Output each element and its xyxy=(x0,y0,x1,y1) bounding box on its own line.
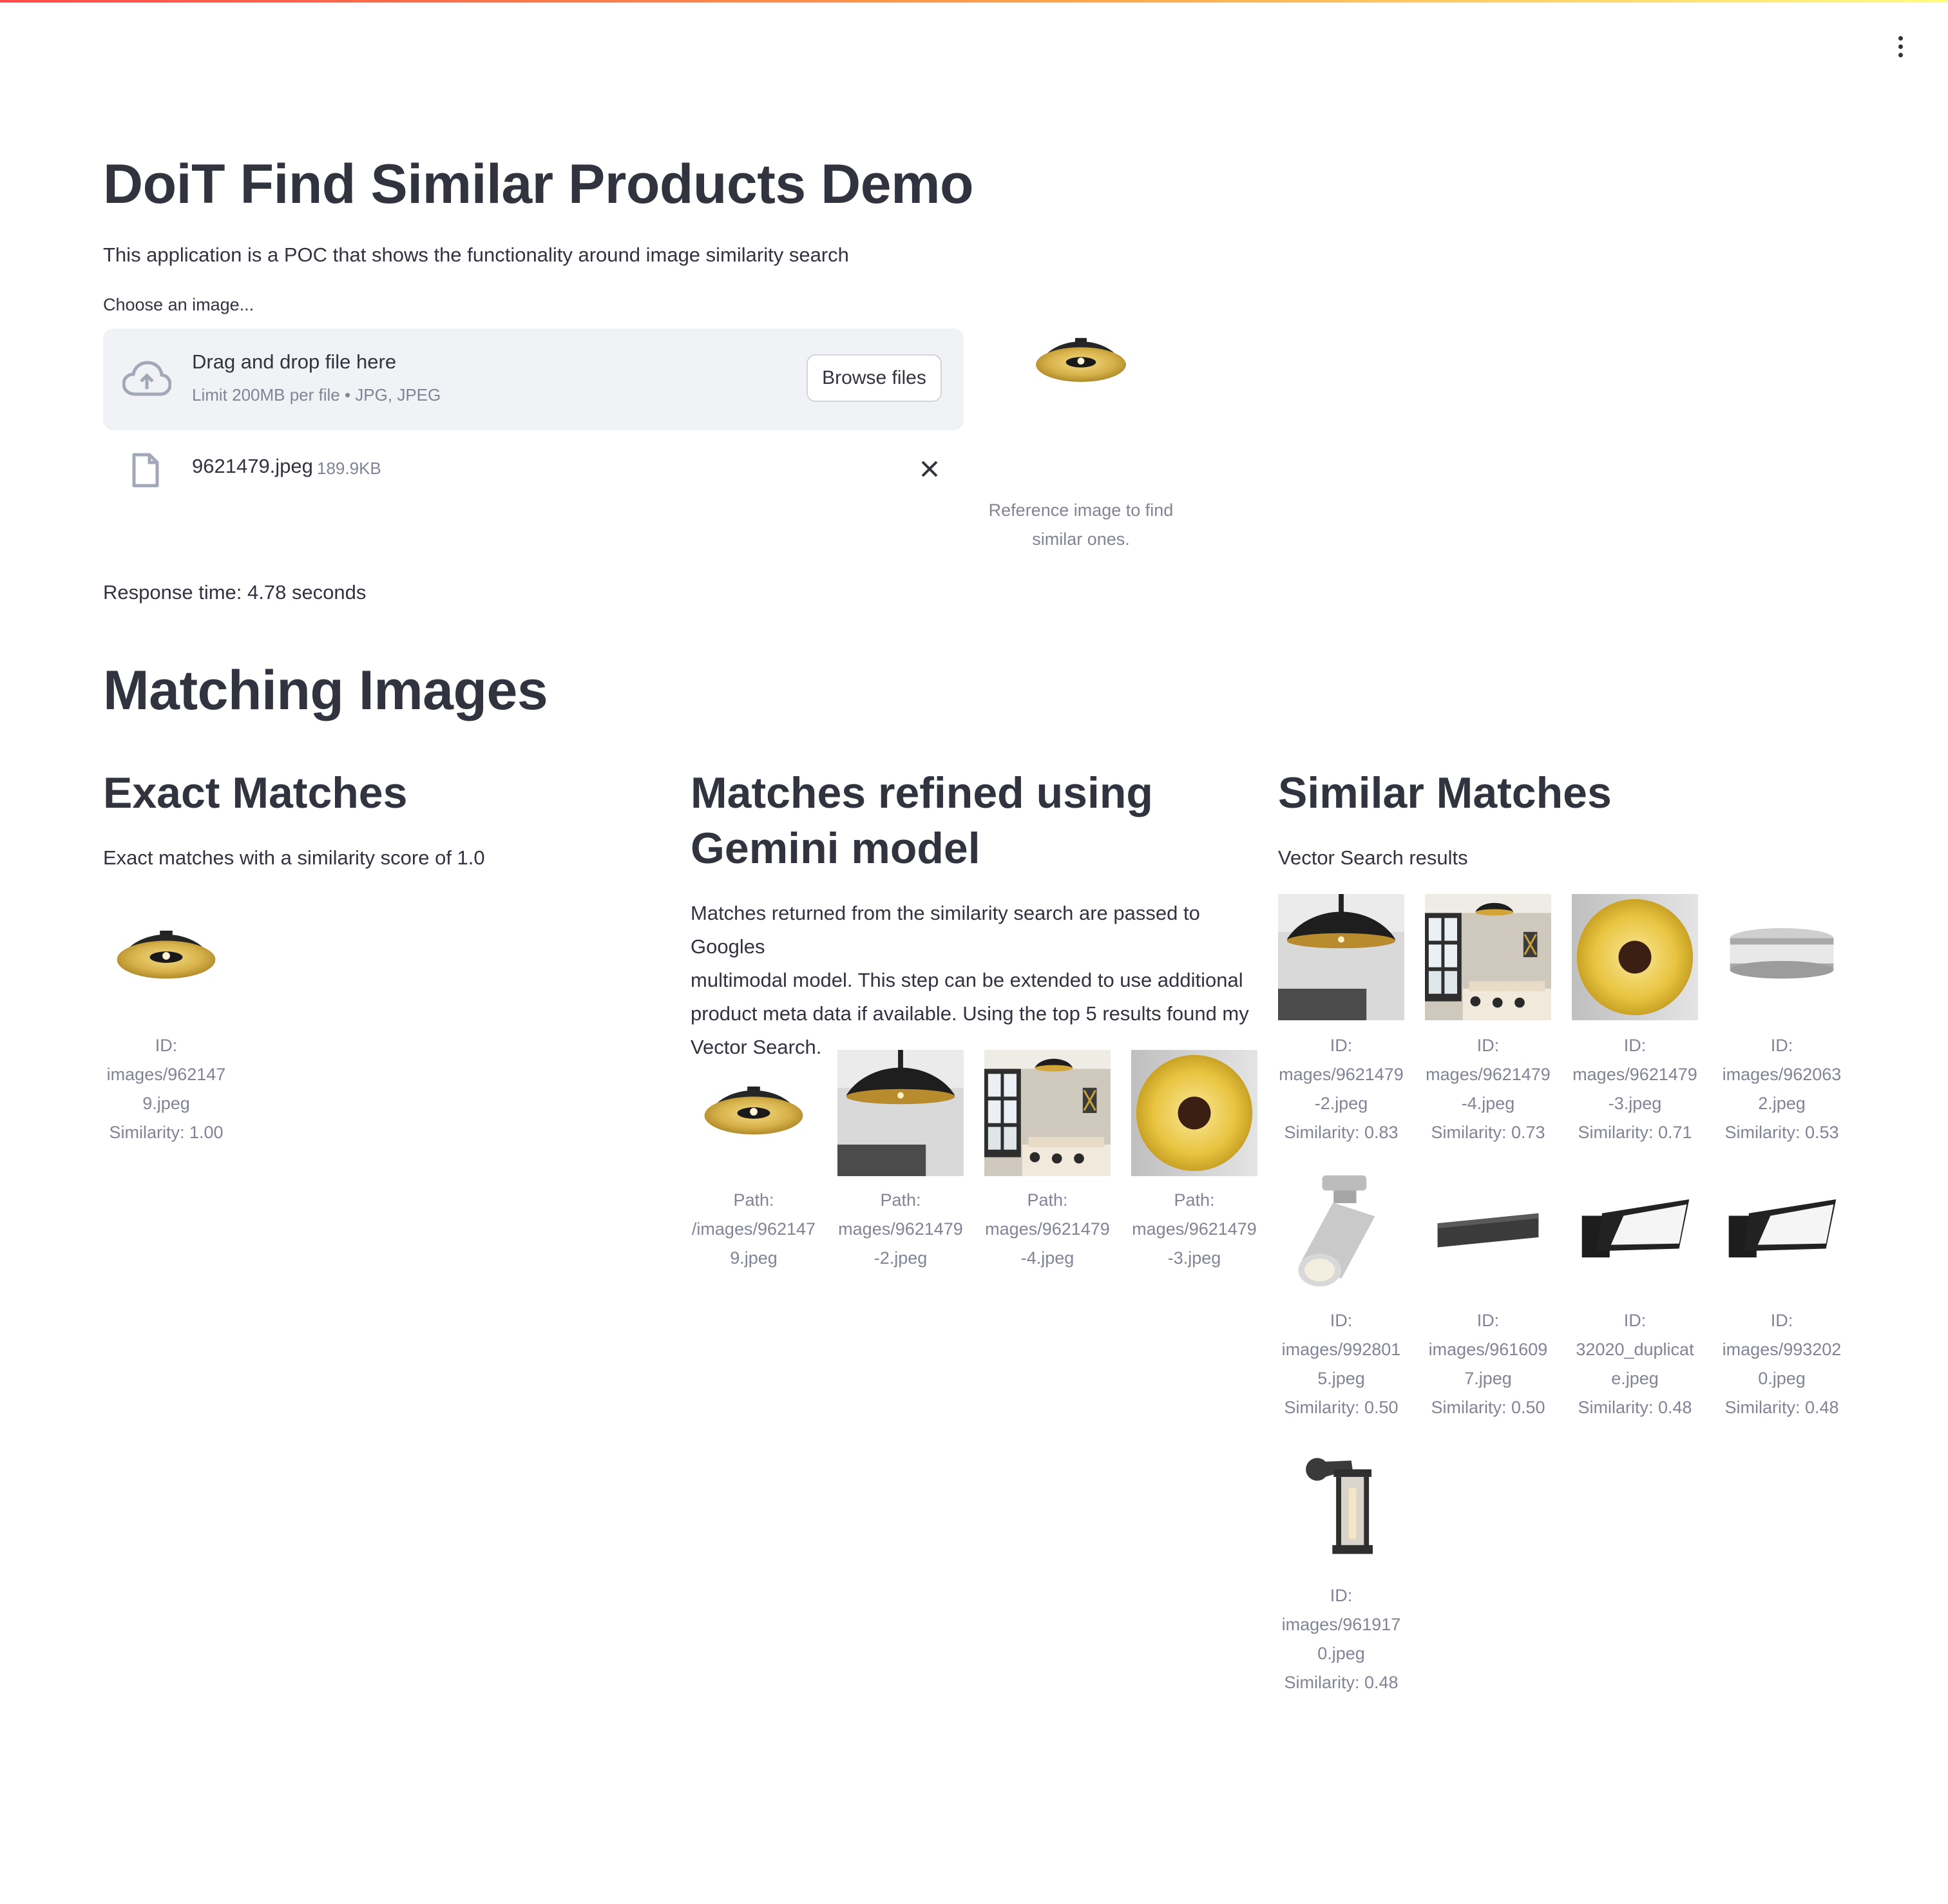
similar-match-caption: ID: images/992801 5.jpeg Similarity: 0.5… xyxy=(1281,1311,1401,1417)
page-title: DoiT Find Similar Products Demo xyxy=(103,153,974,215)
refined-match-image xyxy=(691,1050,817,1176)
gold-disc-lamp-icon xyxy=(1131,1050,1257,1176)
refined-match-caption: Path: mages/9621479 -2.jpeg xyxy=(838,1190,963,1268)
exact-match-caption: ID: images/962147 9.jpeg Similarity: 1.0… xyxy=(106,1036,226,1142)
similar-match-caption: ID: images/993202 0.jpeg Similarity: 0.4… xyxy=(1722,1311,1842,1417)
linear-lamp-icon xyxy=(1425,1169,1551,1295)
matching-images-heading: Matching Images xyxy=(103,660,548,721)
similar-match-caption: ID: images/961609 7.jpeg Similarity: 0.5… xyxy=(1428,1311,1548,1417)
similar-match-image xyxy=(1719,1169,1845,1295)
refined-match-caption: Path: /images/962147 9.jpeg xyxy=(691,1190,816,1268)
cloud-upload-icon xyxy=(122,361,171,396)
uploader-label: Choose an image... xyxy=(103,295,254,314)
reference-image xyxy=(992,322,1170,438)
top-decoration-bar xyxy=(0,0,1948,3)
lantern-wall-lamp-icon xyxy=(1278,1444,1404,1570)
wall-panel-lamp-icon xyxy=(1572,1169,1698,1295)
dome-lamp-icon xyxy=(691,1050,817,1176)
page-description: This application is a POC that shows the… xyxy=(103,243,849,266)
similar-match-image xyxy=(1572,1169,1698,1295)
flush-ceiling-lamp-icon xyxy=(1719,894,1845,1020)
remove-file-icon[interactable] xyxy=(920,459,939,479)
file-icon xyxy=(132,453,159,488)
similar-match-image xyxy=(1572,894,1698,1020)
refined-matches-heading: Matches refined using Gemini model xyxy=(691,768,1153,873)
exact-matches-description: Exact matches with a similarity score of… xyxy=(103,846,485,869)
reference-caption: Reference image to find similar ones. xyxy=(988,500,1174,549)
similar-match-image xyxy=(1425,1169,1551,1295)
refined-matches-description: Matches returned from the similarity sea… xyxy=(691,902,1249,1058)
refined-match-image xyxy=(837,1050,964,1176)
file-dropzone[interactable]: Drag and drop file here Limit 200MB per … xyxy=(103,328,964,430)
similar-match-caption: ID: mages/9621479 -2.jpeg Similarity: 0.… xyxy=(1279,1036,1404,1142)
similar-match-caption: ID: 32020_duplicat e.jpeg Similarity: 0.… xyxy=(1576,1311,1694,1417)
exact-matches-heading: Exact Matches xyxy=(103,768,408,817)
similar-match-caption: ID: images/962063 2.jpeg Similarity: 0.5… xyxy=(1722,1036,1842,1142)
dome-lamp-icon xyxy=(103,894,229,1020)
uploaded-file-name: 9621479.jpeg xyxy=(192,455,313,477)
response-time: Response time: 4.78 seconds xyxy=(103,581,367,604)
refined-match-caption: Path: mages/9621479 -3.jpeg xyxy=(1132,1190,1257,1268)
similar-match-image xyxy=(1425,894,1551,1020)
similar-match-caption: ID: mages/9621479 -4.jpeg Similarity: 0.… xyxy=(1426,1036,1551,1142)
similar-match-caption: ID: images/961917 0.jpeg Similarity: 0.4… xyxy=(1281,1586,1401,1692)
similar-matches-heading: Similar Matches xyxy=(1278,768,1612,817)
uploaded-file-size: 189.9KB xyxy=(317,459,381,478)
spot-lamp-icon xyxy=(1278,1169,1404,1295)
limit-text: Limit 200MB per file • JPG, JPEG xyxy=(192,385,441,405)
gold-disc-lamp-icon xyxy=(1572,894,1698,1020)
dome-lamp-room-icon xyxy=(1278,894,1404,1020)
wall-panel-lamp-icon xyxy=(1719,1169,1845,1295)
refined-match-caption: Path: mages/9621479 -4.jpeg xyxy=(985,1190,1110,1268)
exact-match-image xyxy=(103,894,229,1020)
similar-match-image xyxy=(1278,1169,1404,1295)
similar-match-image xyxy=(1278,1444,1404,1570)
dining-room-icon xyxy=(984,1050,1111,1176)
similar-match-image xyxy=(1278,894,1404,1020)
main-menu-icon[interactable] xyxy=(1887,33,1913,59)
similar-matches-description: Vector Search results xyxy=(1278,846,1468,869)
dome-lamp-room-icon xyxy=(837,1050,964,1176)
refined-match-image xyxy=(1131,1050,1257,1176)
dining-room-icon xyxy=(1425,894,1551,1020)
refined-match-image xyxy=(984,1050,1111,1176)
similar-match-caption: ID: mages/9621479 -3.jpeg Similarity: 0.… xyxy=(1572,1036,1697,1142)
drop-text: Drag and drop file here xyxy=(192,350,397,373)
similar-match-image xyxy=(1719,894,1845,1020)
browse-files-button[interactable]: Browse files xyxy=(807,354,942,402)
